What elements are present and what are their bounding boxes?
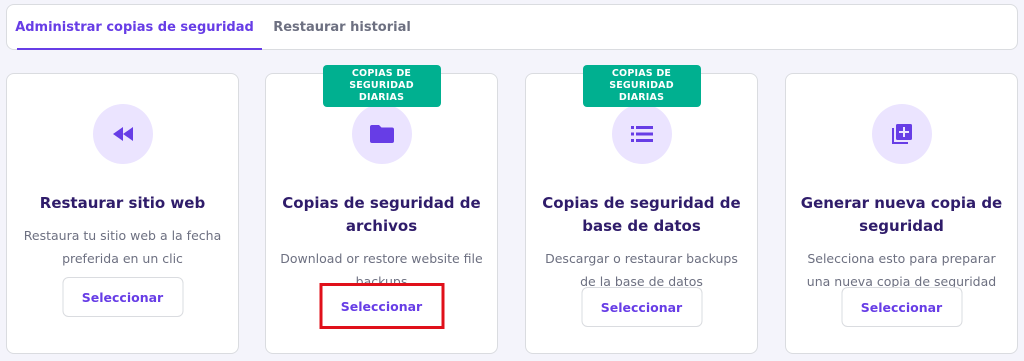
add-copy-icon-circle	[871, 104, 932, 164]
card-file-backups: Copias de seguridad diarias Copias de se…	[265, 65, 498, 354]
card-database-backups: Copias de seguridad diarias Copias de se…	[525, 65, 758, 354]
daily-backups-badge: Copias de seguridad diarias	[582, 65, 701, 107]
backup-tabs: Administrar copias de seguridad Restaura…	[6, 4, 1018, 50]
card-title: Restaurar sitio web	[39, 194, 206, 212]
rewind-icon	[112, 127, 133, 141]
card-title: Copias de seguridad de archivos	[282, 194, 481, 235]
add-copy-icon	[891, 124, 912, 144]
select-generate-backup-button[interactable]: Seleccionar	[841, 287, 962, 327]
select-database-backups-button[interactable]: Seleccionar	[581, 287, 702, 327]
card-restore-website: Restaurar sitio web Restaura tu sitio we…	[6, 73, 239, 354]
folder-icon	[369, 125, 394, 143]
select-file-backups-button[interactable]: Seleccionar	[319, 283, 444, 329]
list-icon-circle	[611, 104, 672, 164]
folder-icon-circle	[351, 104, 412, 164]
card-title: Generar nueva copia de seguridad	[800, 194, 1003, 235]
card-description: Restaura tu sitio web a la fecha preferi…	[23, 228, 222, 266]
rewind-icon-circle	[92, 104, 153, 164]
list-icon	[630, 126, 653, 142]
tab-restore-history[interactable]: Restaurar historial	[262, 5, 422, 49]
tab-manage-backups[interactable]: Administrar copias de seguridad	[7, 5, 262, 50]
daily-backups-badge: Copias de seguridad diarias	[322, 65, 441, 107]
select-restore-website-button[interactable]: Seleccionar	[62, 277, 183, 317]
card-title: Copias de seguridad de base de datos	[542, 194, 741, 235]
card-generate-backup: Generar nueva copia de seguridad Selecci…	[785, 73, 1018, 354]
